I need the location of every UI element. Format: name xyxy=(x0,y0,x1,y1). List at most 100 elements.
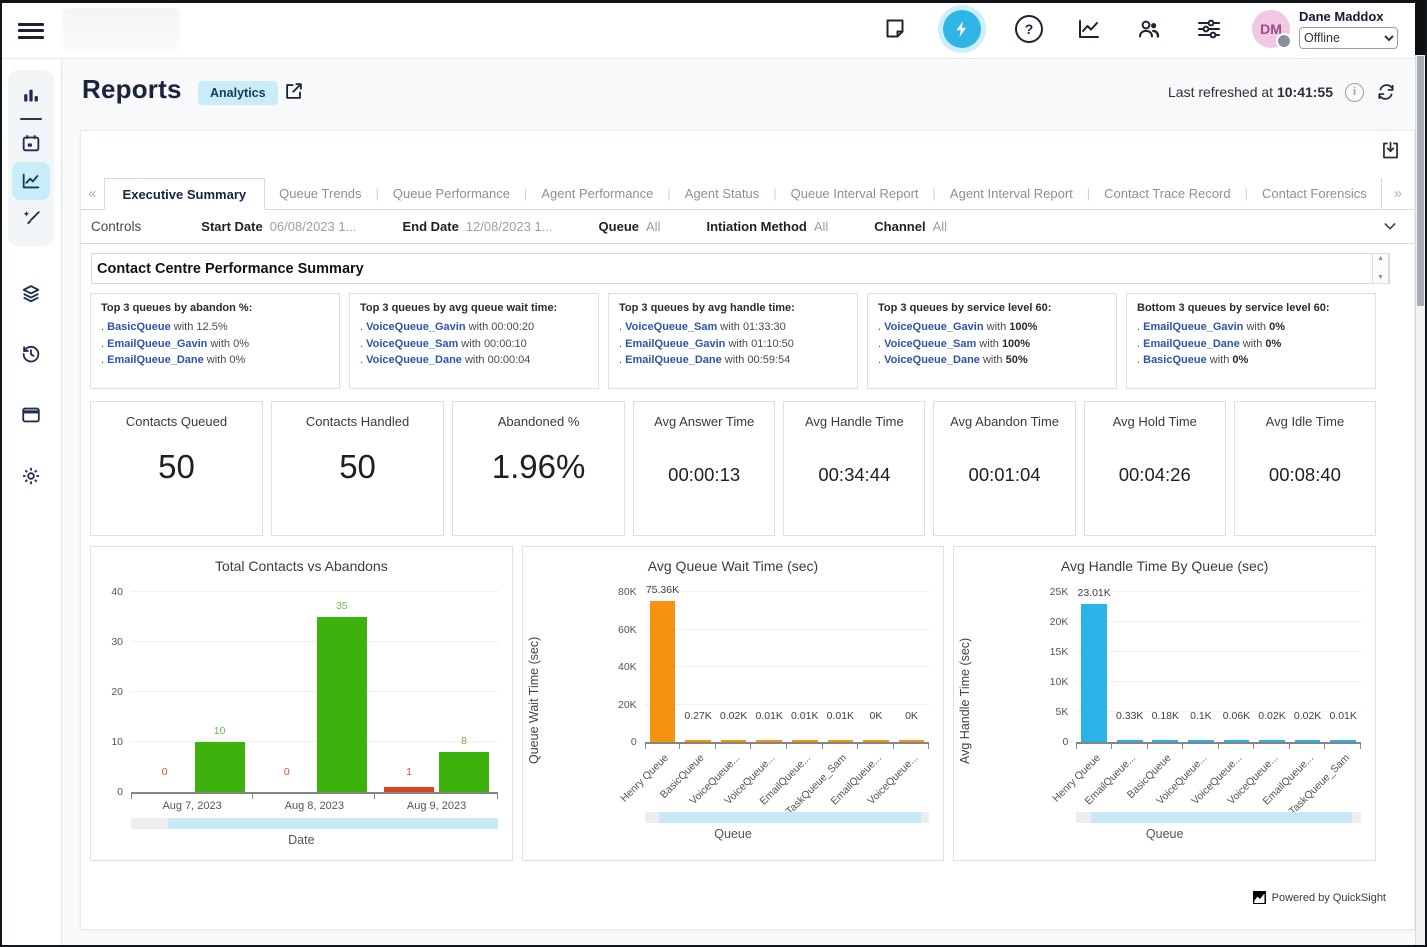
chart-scrollbar[interactable] xyxy=(1076,812,1361,823)
bar[interactable] xyxy=(828,740,854,742)
y-tick-label: 5K xyxy=(1036,706,1068,718)
controls-collapse-chevron-icon[interactable] xyxy=(1382,218,1398,234)
tab-contact-trace-record[interactable]: Contact Trace Record xyxy=(1090,178,1244,209)
bar[interactable] xyxy=(899,740,925,742)
sidebar-item-schedule[interactable] xyxy=(12,124,50,162)
bar[interactable] xyxy=(721,740,747,742)
refresh-button[interactable] xyxy=(1376,82,1396,102)
insight-queue-link[interactable]: EmailQueue_Gavin xyxy=(1143,321,1243,333)
insight-queue-link[interactable]: BasicQueue xyxy=(1143,354,1207,366)
tab-agent-interval-report[interactable]: Agent Interval Report xyxy=(936,178,1087,209)
category-slot: 18 xyxy=(375,592,497,792)
plot-area: 05K10K15K20K25K23.01K0.33K0.18K0.1K0.06K… xyxy=(1036,578,1375,823)
download-report-icon[interactable] xyxy=(1380,140,1401,161)
bar[interactable] xyxy=(1152,740,1178,742)
tabs-scroll-right-icon[interactable]: » xyxy=(1381,178,1414,209)
tab-agent-status[interactable]: Agent Status xyxy=(671,178,773,209)
insight-queue-link[interactable]: BasicQueue xyxy=(107,321,171,333)
bar-abandons[interactable] xyxy=(384,787,434,792)
filter-start-date[interactable]: Start Date06/08/2023 1... xyxy=(201,219,356,234)
tab-contact-forensics[interactable]: Contact Forensics xyxy=(1248,178,1381,209)
y-axis-title: Avg Handle Time (sec) xyxy=(954,578,1036,823)
chart-scrollbar[interactable] xyxy=(645,812,930,823)
insight-queue-link[interactable]: EmailQueue_Dane xyxy=(1143,338,1240,350)
hamburger-menu-icon[interactable] xyxy=(18,19,44,39)
realtime-bolt-button[interactable] xyxy=(938,5,986,53)
sidebar-item-reports[interactable] xyxy=(12,162,50,200)
insight-title: Top 3 queues by abandon %: xyxy=(101,302,329,314)
insight-value: 00:59:54 xyxy=(747,354,790,366)
filter-end-date[interactable]: End Date12/08/2023 1... xyxy=(402,219,552,234)
insight-item: . VoiceQueue_Dane with 50% xyxy=(878,352,1106,369)
preferences-sliders-icon[interactable] xyxy=(1192,12,1226,46)
sidebar-item-history[interactable] xyxy=(12,335,50,373)
kpi-avg-abandon-time: Avg Abandon Time00:01:04 xyxy=(933,401,1075,536)
chart-scrollbar[interactable] xyxy=(131,818,498,829)
avatar[interactable]: DM xyxy=(1252,10,1290,48)
filter-queue[interactable]: QueueAll xyxy=(599,219,661,234)
bar-total-contacts[interactable] xyxy=(439,752,489,792)
metrics-chart-icon[interactable] xyxy=(1072,12,1106,46)
sidebar-item-settings[interactable] xyxy=(12,457,50,495)
bar[interactable] xyxy=(1330,740,1356,742)
sidebar-item-layers[interactable] xyxy=(12,274,50,312)
bar[interactable] xyxy=(685,740,711,742)
filter-intiation-method[interactable]: Intiation MethodAll xyxy=(706,219,828,234)
sidebar-item-window[interactable] xyxy=(12,396,50,434)
last-refreshed-time: 10:41:55 xyxy=(1277,84,1333,100)
sidebar-item-customize[interactable] xyxy=(12,200,50,238)
chart-scrollbar-thumb[interactable] xyxy=(659,812,921,823)
tab-queue-trends[interactable]: Queue Trends xyxy=(265,178,375,209)
bar[interactable] xyxy=(792,740,818,742)
insight-item: . VoiceQueue_Gavin with 100% xyxy=(878,319,1106,336)
info-icon[interactable]: i xyxy=(1345,83,1364,102)
insight-queue-link[interactable]: EmailQueue_Dane xyxy=(625,354,722,366)
insight-queue-link[interactable]: VoiceQueue_Sam xyxy=(366,338,458,350)
tab-queue-interval-report[interactable]: Queue Interval Report xyxy=(777,178,933,209)
bar-value-label: 0K xyxy=(885,710,938,722)
bar-total-contacts[interactable] xyxy=(317,617,367,792)
insight-mid: with xyxy=(984,321,1010,333)
insight-mid: with xyxy=(458,338,484,350)
agents-people-icon[interactable] xyxy=(1132,12,1166,46)
bar[interactable] xyxy=(1224,740,1250,742)
open-in-new-icon[interactable] xyxy=(283,80,305,102)
chart-body: Queue Wait Time (sec)020K40K60K80K75.36K… xyxy=(523,578,944,823)
tab-agent-performance[interactable]: Agent Performance xyxy=(527,178,667,209)
bar[interactable] xyxy=(1295,740,1321,742)
kpi-value: 00:34:44 xyxy=(784,464,924,486)
insight-queue-link[interactable]: VoiceQueue_Dane xyxy=(366,354,462,366)
status-select[interactable]: Offline xyxy=(1299,27,1398,49)
insight-queue-link[interactable]: VoiceQueue_Gavin xyxy=(366,321,465,333)
sidebar-item-dashboard[interactable] xyxy=(12,77,50,115)
insight-queue-link[interactable]: EmailQueue_Gavin xyxy=(107,338,207,350)
filter-channel[interactable]: ChannelAll xyxy=(874,219,947,234)
insight-value: 0% xyxy=(1269,321,1285,333)
bar[interactable] xyxy=(863,740,889,742)
tab-queue-performance[interactable]: Queue Performance xyxy=(379,178,524,209)
insight-queue-link[interactable]: VoiceQueue_Sam xyxy=(625,321,717,333)
bar[interactable] xyxy=(1259,740,1285,742)
insight-queue-link[interactable]: EmailQueue_Gavin xyxy=(625,338,725,350)
insight-value: 01:10:50 xyxy=(751,338,794,350)
insight-title: Top 3 queues by service level 60: xyxy=(878,302,1106,314)
bar[interactable] xyxy=(1188,740,1214,742)
scrollbar-thumb[interactable] xyxy=(1417,56,1424,306)
insight-mid: with xyxy=(725,338,751,350)
insight-queue-link[interactable]: EmailQueue_Dane xyxy=(107,354,204,366)
insight-queue-link[interactable]: VoiceQueue_Gavin xyxy=(884,321,983,333)
chart-scrollbar-thumb[interactable] xyxy=(1091,812,1353,823)
page-scrollbar[interactable] xyxy=(1415,0,1425,945)
chart-scrollbar-thumb[interactable] xyxy=(168,818,498,829)
help-icon[interactable]: ? xyxy=(1012,12,1046,46)
bar[interactable] xyxy=(1117,740,1143,742)
bar-total-contacts[interactable] xyxy=(195,742,245,792)
tab-executive-summary[interactable]: Executive Summary xyxy=(104,178,266,210)
insight-queue-link[interactable]: VoiceQueue_Sam xyxy=(884,338,976,350)
bar[interactable] xyxy=(756,740,782,742)
tabs-scroll-left-icon[interactable]: « xyxy=(81,178,104,209)
insight-queue-link[interactable]: VoiceQueue_Dane xyxy=(884,354,980,366)
task-note-icon[interactable] xyxy=(878,12,912,46)
summary-scroll-spinner[interactable]: ▲▼ xyxy=(1372,253,1389,284)
kpi-value: 50 xyxy=(272,448,443,486)
